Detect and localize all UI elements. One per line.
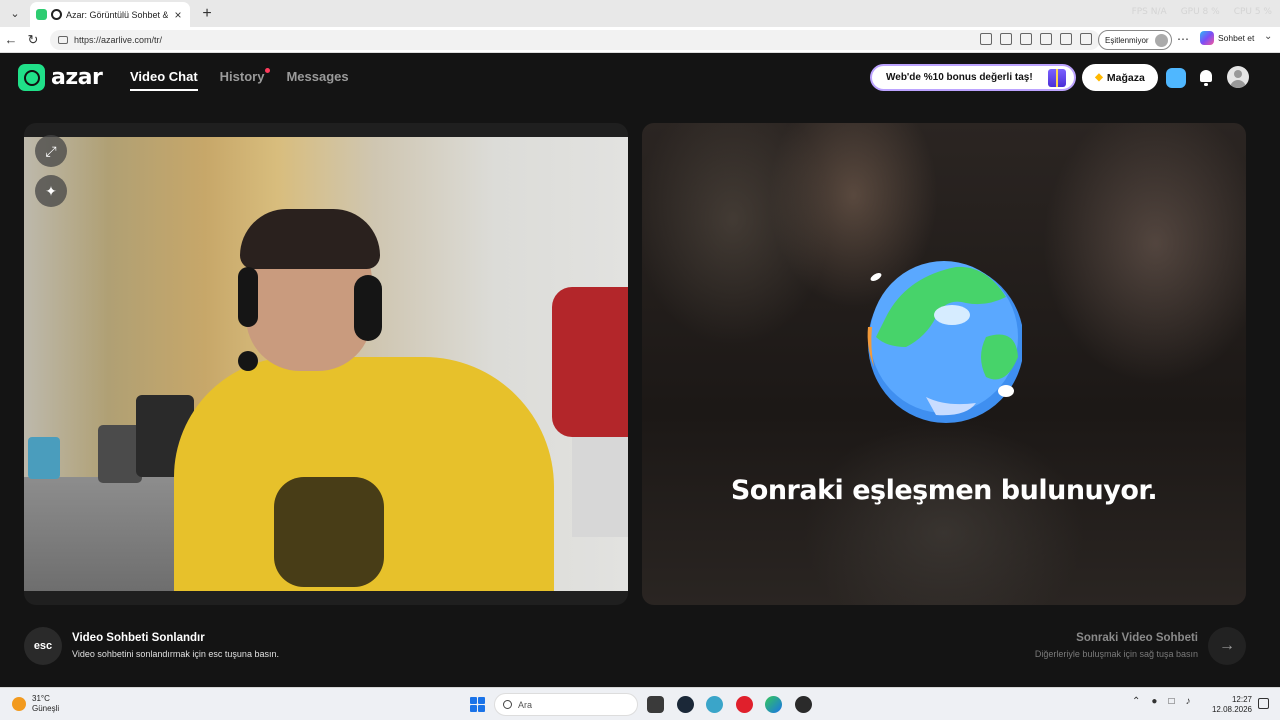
github-icon[interactable] [795,696,812,713]
steam-icon[interactable] [677,696,694,713]
opera-icon[interactable] [736,696,753,713]
main-nav: Video Chat History Messages [130,68,349,91]
expand-icon[interactable]: ⤢ [35,135,67,167]
next-chat-description: Diğerleriyle buluşmak için sağ tuşa bası… [1034,649,1198,659]
tab-title: Azar: Görüntülü Sohbet & Yeni [66,9,168,20]
network-app-icon[interactable] [706,696,723,713]
sidebar-chevron-icon[interactable]: ⌄ [1264,31,1272,42]
system-tray: ⌃ ● □ ♪ [1132,696,1190,707]
azar-favicon-icon [51,9,62,20]
tab-close-icon[interactable]: × [172,8,184,22]
url-bar-icons [980,32,1092,45]
cpu-stat: CPU 5 % [1233,7,1272,17]
search-icon [503,700,512,709]
magic-wand-icon[interactable]: ✦ [35,175,67,207]
search-placeholder: Ara [518,699,533,710]
end-chat-description: Video sohbetini sonlandırmak için esc tu… [72,649,279,659]
bell-icon[interactable] [1196,68,1216,88]
azar-logo-icon [18,64,45,91]
temperature: 31°C [32,694,50,703]
site-info-icon[interactable] [58,35,68,44]
new-tab-plus-icon[interactable]: + [198,5,216,23]
chevron-up-icon[interactable]: ⌃ [1132,696,1140,707]
volume-icon[interactable]: ♪ [1185,696,1190,707]
browser-tab[interactable]: Azar: Görüntülü Sohbet & Yeni × [30,2,190,27]
partner-video-panel: Sonraki eşleşmen bulunuyor. [642,123,1246,605]
reload-icon[interactable]: ↻ [22,32,44,48]
next-arrow-button[interactable]: → [1208,627,1246,665]
file-explorer-icon[interactable] [647,696,664,713]
system-stats-overlay: FPS N/A GPU 8 % CPU 5 % [1132,7,1272,17]
reading-mode-icon[interactable] [1040,32,1052,45]
nav-messages[interactable]: Messages [286,69,348,91]
azar-app: azar Video Chat History Messages Web'de … [0,53,1280,687]
promo-label: Web'de %10 bonus değerli taş! [886,72,1033,83]
tab-actions-chevron-icon[interactable]: ⌄ [4,4,26,24]
profile-sync-button[interactable]: Eşitlenmiyor [1098,30,1172,50]
globe-icon [867,261,1022,423]
back-arrow-icon[interactable]: ← [0,32,22,47]
notification-icon[interactable] [1000,32,1012,45]
chat-bubble-icon[interactable] [1166,68,1186,88]
self-video-panel: ⤢ ✦ [24,123,628,605]
history-notification-dot [265,68,271,73]
extensions-icon[interactable] [1020,32,1032,45]
weather-condition: Güneşli [32,704,60,713]
browser-tab-bar: ⌄ Azar: Görüntülü Sohbet & Yeni × + FPS … [0,0,1280,27]
end-chat-title: Video Sohbeti Sonlandır [72,632,205,644]
logo-wordmark: azar [51,65,103,90]
notification-center-icon[interactable] [1258,698,1269,709]
more-options-icon[interactable]: ⋯ [1177,32,1189,46]
whatsapp-favicon-icon [36,9,47,20]
windows-taskbar: 31°C Güneşli Ara ⌃ ● □ ♪ 12:27 12.08.202… [0,687,1280,720]
profile-avatar-button[interactable] [1227,66,1249,88]
network-icon[interactable]: □ [1168,696,1174,707]
favorites-list-icon[interactable] [1080,32,1092,45]
copilot-button[interactable]: Sohbet et [1200,31,1254,45]
gem-promo-button[interactable]: Web'de %10 bonus değerli taş! [870,64,1076,91]
taskbar-clock[interactable]: 12:27 12.08.2026 [1210,695,1252,715]
taskbar-search-input[interactable]: Ara [494,693,638,716]
gift-icon [1048,68,1066,87]
profile-avatar-icon [1155,33,1168,47]
next-chat-title: Sonraki Video Sohbeti [1076,632,1198,644]
self-camera-feed [24,137,628,591]
url-text: https://azarlive.com/tr/ [74,34,163,45]
nav-history-label: History [219,69,265,84]
copilot-label: Sohbet et [1218,33,1255,43]
end-chat-button[interactable]: esc [24,627,62,665]
copilot-icon [1200,31,1214,45]
sun-icon [12,697,26,711]
favorite-star-icon[interactable] [1060,32,1072,45]
fps-stat: FPS N/A [1131,7,1167,17]
address-bar-row: ← ↻ https://azarlive.com/tr/ Eşitlenmiyo… [0,27,1280,53]
sync-status-label: Eşitlenmiyor [1105,35,1149,45]
url-field[interactable]: https://azarlive.com/tr/ [50,29,1100,50]
nav-video-chat[interactable]: Video Chat [130,69,198,91]
azar-logo[interactable]: azar [18,64,103,91]
edge-browser-icon[interactable] [765,696,782,713]
windows-start-icon[interactable] [470,697,485,712]
clock-time: 12:27 [1231,695,1252,704]
gpu-stat: GPU 8 % [1180,7,1220,17]
weather-widget[interactable]: 31°C Güneşli [12,694,59,714]
nav-history[interactable]: History [219,68,271,91]
store-label: Mağaza [1106,71,1145,84]
camera-icon[interactable] [980,32,992,45]
gem-icon: ◆ [1095,72,1103,83]
clock-date: 12.08.2026 [1211,705,1252,714]
searching-status-text: Sonraki eşleşmen bulunuyor. [730,475,1158,506]
store-button[interactable]: ◆ Mağaza [1082,64,1158,91]
microphone-icon[interactable]: ● [1151,696,1157,707]
